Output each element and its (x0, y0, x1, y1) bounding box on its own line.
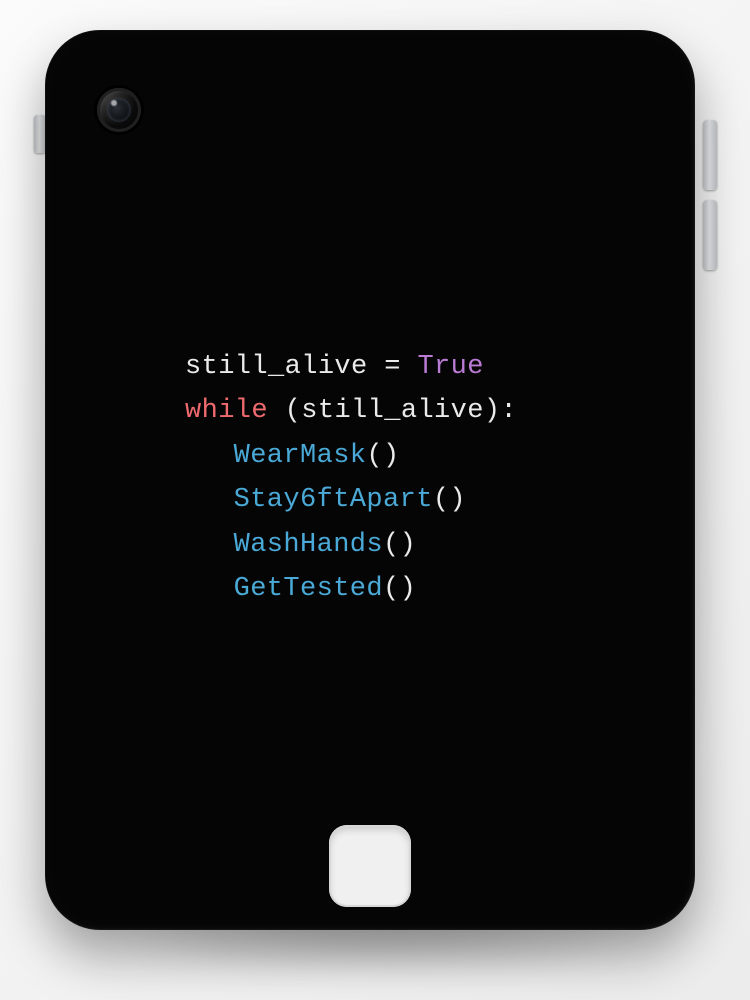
operator: = (368, 352, 418, 382)
tablet-case: still_alive = True while (still_alive): … (45, 30, 695, 930)
parentheses: () (383, 530, 416, 560)
function-name: GetTested (234, 574, 383, 604)
code-line: Stay6ftApart() (185, 478, 695, 523)
code-line: still_alive = True (185, 352, 484, 382)
parentheses: () (433, 485, 466, 515)
code-line: GetTested() (185, 567, 695, 612)
paren-open: ( (285, 396, 302, 426)
keyword: while (185, 396, 268, 426)
code-snippet: still_alive = True while (still_alive): … (45, 300, 695, 701)
home-button-cutout-icon (329, 825, 411, 907)
product-photo: still_alive = True while (still_alive): … (0, 0, 750, 1000)
variable: still_alive (301, 396, 484, 426)
function-name: Stay6ftApart (234, 485, 433, 515)
constant: True (417, 352, 483, 382)
code-line: WashHands() (185, 523, 695, 568)
function-name: WashHands (234, 530, 383, 560)
side-button (703, 120, 717, 190)
parentheses: () (366, 441, 399, 471)
variable: still_alive (185, 352, 368, 382)
paren-close: ) (484, 396, 501, 426)
colon: : (500, 396, 517, 426)
space (268, 396, 285, 426)
camera-cutout-icon (97, 88, 141, 132)
side-button (703, 200, 717, 270)
parentheses: () (383, 574, 416, 604)
code-line: while (still_alive): (185, 396, 517, 426)
code-line: WearMask() (185, 434, 695, 479)
function-name: WearMask (234, 441, 367, 471)
